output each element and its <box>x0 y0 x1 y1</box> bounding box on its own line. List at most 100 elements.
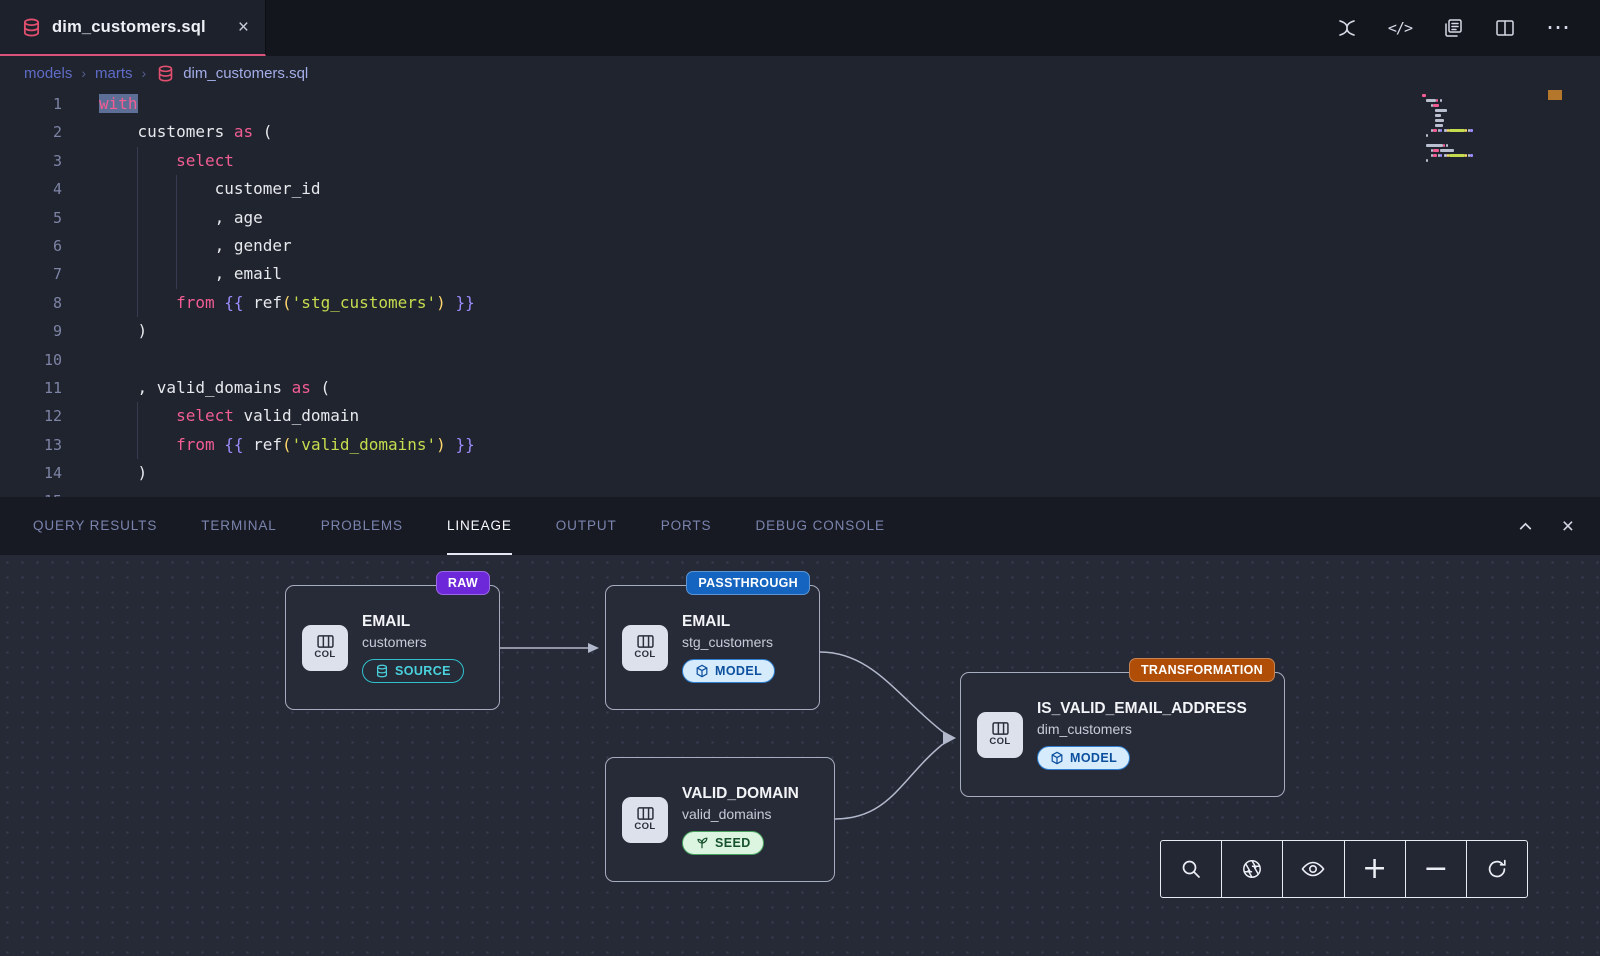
column-icon: COL <box>622 625 668 671</box>
code-line[interactable]: 13 from {{ ref('valid_domains') }} <box>0 431 1600 459</box>
line-number: 7 <box>0 260 62 288</box>
lineage-node-dim-customers-is-valid-email-address[interactable]: TRANSFORMATIONCOLIS_VALID_EMAIL_ADDRESSd… <box>960 672 1285 797</box>
eye-button[interactable] <box>1283 841 1344 897</box>
refresh-button[interactable] <box>1467 841 1527 897</box>
tab-close-icon[interactable]: × <box>238 18 249 37</box>
code-line[interactable]: 3 select <box>0 147 1600 175</box>
indent-guide <box>137 402 138 459</box>
code-editor[interactable]: 1with2 customers as (3 select4 customer_… <box>0 90 1600 497</box>
panel-close-icon[interactable]: × <box>1562 516 1574 537</box>
model-icon <box>695 664 709 678</box>
file-tab[interactable]: dim_customers.sql × <box>0 0 266 56</box>
minimap[interactable] <box>1422 94 1540 167</box>
code-line[interactable]: 4 customer_id <box>0 175 1600 203</box>
code-text: customer_id <box>62 175 321 203</box>
zoom-in-icon: + <box>1362 854 1387 884</box>
code-line[interactable]: 5 , age <box>0 204 1600 232</box>
aperture-icon <box>1241 858 1263 880</box>
code-line[interactable]: 7 , email <box>0 260 1600 288</box>
breadcrumb-separator: › <box>142 65 147 81</box>
column-icon: COL <box>302 625 348 671</box>
panel-actions: × <box>1517 516 1574 537</box>
code-text: customers as ( <box>62 118 272 146</box>
tab-filename: dim_customers.sql <box>52 18 206 37</box>
zoom-out-icon: − <box>1423 854 1448 884</box>
code-line[interactable]: 11 , valid_domains as ( <box>0 374 1600 402</box>
code-text: from {{ ref('stg_customers') }} <box>62 289 475 317</box>
code-line[interactable]: 8 from {{ ref('stg_customers') }} <box>0 289 1600 317</box>
lineage-node-stg-customers-email[interactable]: PASSTHROUGHCOLEMAILstg_customersMODEL <box>605 585 820 710</box>
panel-tab-lineage[interactable]: LINEAGE <box>447 497 512 555</box>
aperture-button[interactable] <box>1222 841 1283 897</box>
seed-icon <box>695 836 709 850</box>
code-text <box>62 487 99 497</box>
lineage-node-valid-domains-valid-domain[interactable]: COLVALID_DOMAINvalid_domainsSEED <box>605 757 835 882</box>
code-text: select <box>62 147 234 175</box>
search-button[interactable] <box>1161 841 1222 897</box>
panel-tab-problems[interactable]: PROBLEMS <box>321 497 403 555</box>
column-icon: COL <box>977 712 1023 758</box>
node-tag-seed: SEED <box>682 831 764 855</box>
panel-tab-debug-console[interactable]: DEBUG CONSOLE <box>755 497 884 555</box>
breadcrumb-item-marts[interactable]: marts <box>95 65 133 82</box>
code-text <box>62 346 99 374</box>
code-text: , age <box>62 204 263 232</box>
minimap-marker <box>1548 90 1562 100</box>
search-icon <box>1180 858 1202 880</box>
line-number: 12 <box>0 402 62 430</box>
line-number: 10 <box>0 346 62 374</box>
node-tag-model: MODEL <box>682 659 775 683</box>
code-line[interactable]: 9 ) <box>0 317 1600 345</box>
code-text: from {{ ref('valid_domains') }} <box>62 431 475 459</box>
column-icon-label: COL <box>314 649 335 660</box>
code-text: select valid_domain <box>62 402 359 430</box>
node-tag-label: SOURCE <box>395 664 451 678</box>
zoom-out-button[interactable]: − <box>1406 841 1467 897</box>
code-line[interactable]: 15 <box>0 487 1600 497</box>
refresh-icon <box>1486 858 1508 880</box>
line-number: 6 <box>0 232 62 260</box>
line-number: 8 <box>0 289 62 317</box>
code-text: , email <box>62 260 282 288</box>
zoom-in-button[interactable]: + <box>1345 841 1406 897</box>
column-icon-label: COL <box>989 736 1010 747</box>
lineage-canvas[interactable]: +− RAWCOLEMAILcustomersSOURCEPASSTHROUGH… <box>0 555 1600 956</box>
code-area: 1with2 customers as (3 select4 customer_… <box>0 90 1600 497</box>
split-editor-icon[interactable] <box>1494 17 1516 39</box>
code-line[interactable]: 10 <box>0 346 1600 374</box>
flare-icon[interactable] <box>1336 17 1358 39</box>
model-icon <box>1050 751 1064 765</box>
panel-tab-terminal[interactable]: TERMINAL <box>201 497 276 555</box>
source-icon <box>375 664 389 678</box>
breadcrumb-item-file[interactable]: dim_customers.sql <box>183 65 308 82</box>
node-title: IS_VALID_EMAIL_ADDRESS <box>1037 700 1247 718</box>
panel-tab-query-results[interactable]: QUERY RESULTS <box>33 497 157 555</box>
code-line[interactable]: 14 ) <box>0 459 1600 487</box>
copy-icon[interactable] <box>1442 17 1464 39</box>
code-line[interactable]: 12 select valid_domain <box>0 402 1600 430</box>
node-tag-model: MODEL <box>1037 746 1130 770</box>
node-subtitle: customers <box>362 634 464 650</box>
lineage-toolbar: +− <box>1160 840 1528 898</box>
eye-icon <box>1301 860 1325 878</box>
panel-tab-output[interactable]: OUTPUT <box>556 497 617 555</box>
code-line[interactable]: 2 customers as ( <box>0 118 1600 146</box>
line-number: 15 <box>0 487 62 497</box>
editor-tab-bar: dim_customers.sql × </> ⋯ <box>0 0 1600 56</box>
breadcrumb-item-models[interactable]: models <box>24 65 72 82</box>
column-icon-label: COL <box>634 649 655 660</box>
line-number: 2 <box>0 118 62 146</box>
panel-tab-ports[interactable]: PORTS <box>661 497 712 555</box>
breadcrumb-separator: › <box>81 65 86 81</box>
node-title: EMAIL <box>362 613 464 631</box>
line-number: 5 <box>0 204 62 232</box>
database-icon <box>22 18 41 37</box>
lineage-node-customers-email[interactable]: RAWCOLEMAILcustomersSOURCE <box>285 585 500 710</box>
code-text: with <box>62 90 138 118</box>
node-tag-source: SOURCE <box>362 659 464 683</box>
code-icon[interactable]: </> <box>1388 19 1412 37</box>
code-line[interactable]: 6 , gender <box>0 232 1600 260</box>
code-line[interactable]: 1with <box>0 90 1600 118</box>
chevron-up-icon[interactable] <box>1517 518 1534 535</box>
line-number: 9 <box>0 317 62 345</box>
